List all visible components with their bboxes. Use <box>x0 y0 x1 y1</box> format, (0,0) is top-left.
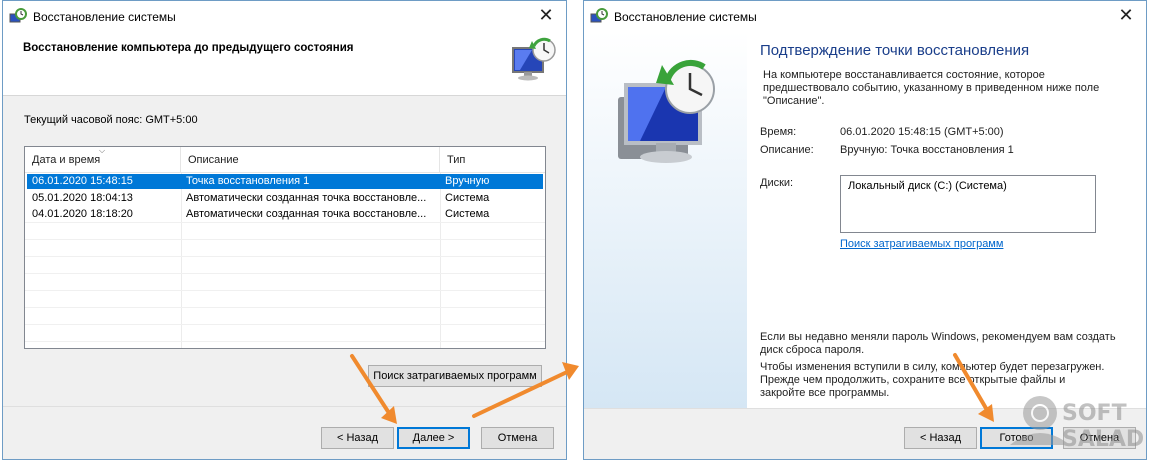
row-divider <box>25 324 545 325</box>
watermark-line2: SALAD <box>1062 427 1144 452</box>
row-divider <box>25 222 545 223</box>
restore-wizard-step1-window: Восстановление системы ✕ Восстановление … <box>2 0 567 460</box>
close-icon[interactable]: ✕ <box>536 6 556 26</box>
back-button[interactable]: < Назад <box>904 427 977 449</box>
row-type: Система <box>445 208 490 220</box>
title-bar[interactable]: Восстановление системы ✕ <box>3 1 566 32</box>
row-description: Автоматически созданная точка восстановл… <box>186 192 427 204</box>
restore-points-list[interactable]: ⌵ Дата и время Описание Тип 06.01.2020 1… <box>24 146 546 349</box>
close-icon[interactable]: ✕ <box>1116 6 1136 26</box>
password-note: Если вы недавно меняли пароль Windows, р… <box>760 331 1116 356</box>
row-description: Автоматически созданная точка восстановл… <box>186 208 427 220</box>
list-header: ⌵ Дата и время Описание Тип <box>25 146 545 173</box>
watermark-line1: SOFT <box>1062 401 1127 426</box>
row-type: Система <box>445 192 490 204</box>
row-date: 04.01.2020 18:18:20 <box>32 208 133 220</box>
restore-computer-icon <box>618 60 715 163</box>
row-divider <box>25 239 545 240</box>
row-divider <box>25 290 545 291</box>
column-header-description[interactable]: Описание <box>181 147 440 173</box>
row-date: 05.01.2020 18:04:13 <box>32 192 133 204</box>
window-title: Восстановление системы <box>614 9 757 24</box>
table-row[interactable]: 06.01.2020 15:48:15 Точка восстановления… <box>27 174 543 189</box>
window-title: Восстановление системы <box>33 9 176 24</box>
scan-affected-programs-button[interactable]: Поиск затрагиваемых программ <box>368 365 542 387</box>
column-header-date[interactable]: ⌵ Дата и время <box>25 146 181 173</box>
page-title: Подтверждение точки восстановления <box>760 42 1030 59</box>
column-header-type[interactable]: Тип <box>440 147 545 173</box>
wizard-content: Подтверждение точки восстановления На ко… <box>747 32 1146 408</box>
row-divider <box>25 273 545 274</box>
cancel-button[interactable]: Отмена <box>481 427 554 449</box>
restore-computer-icon <box>512 37 556 81</box>
wizard-sidebar <box>584 32 747 459</box>
page-title: Восстановление компьютера до предыдущего… <box>23 42 354 54</box>
row-divider <box>25 341 545 342</box>
disks-label: Диски: <box>760 177 794 189</box>
table-row[interactable]: 05.01.2020 18:04:13 Автоматически создан… <box>27 191 543 206</box>
description-value: Вручную: Точка восстановления 1 <box>840 144 1014 156</box>
row-date: 06.01.2020 15:48:15 <box>32 175 133 187</box>
sort-arrow-icon: ⌵ <box>99 146 106 155</box>
time-label: Время: <box>760 126 797 138</box>
intro-text: На компьютере восстанавливается состояни… <box>763 69 1100 107</box>
time-value: 06.01.2020 15:48:15 (GMT+5:00) <box>840 126 1004 138</box>
timezone-label: Текущий часовой пояс: GMT+5:00 <box>24 114 198 126</box>
description-label: Описание: <box>760 144 814 156</box>
divider <box>3 406 566 407</box>
back-button[interactable]: < Назад <box>321 427 394 449</box>
softsalad-watermark: SOFT SALAD <box>1010 396 1144 452</box>
wizard-header: Восстановление компьютера до предыдущего… <box>3 32 566 96</box>
row-type: Вручную <box>445 175 490 187</box>
title-bar[interactable]: Восстановление системы ✕ <box>584 1 1146 32</box>
system-restore-icon <box>590 7 608 22</box>
row-description: Точка восстановления 1 <box>186 175 310 187</box>
row-divider <box>25 307 545 308</box>
table-row[interactable]: 04.01.2020 18:18:20 Автоматически создан… <box>27 207 543 222</box>
system-restore-icon <box>9 7 27 22</box>
disk-item[interactable]: Локальный диск (C:) (Система) <box>848 180 1007 192</box>
disks-listbox[interactable]: Локальный диск (C:) (Система) <box>840 175 1096 233</box>
restore-wizard-confirm-window: Восстановление системы ✕ Подтверждение т… <box>583 0 1147 460</box>
row-divider <box>25 256 545 257</box>
scan-affected-programs-link[interactable]: Поиск затрагиваемых программ <box>840 238 1003 250</box>
next-button[interactable]: Далее > <box>397 427 470 449</box>
